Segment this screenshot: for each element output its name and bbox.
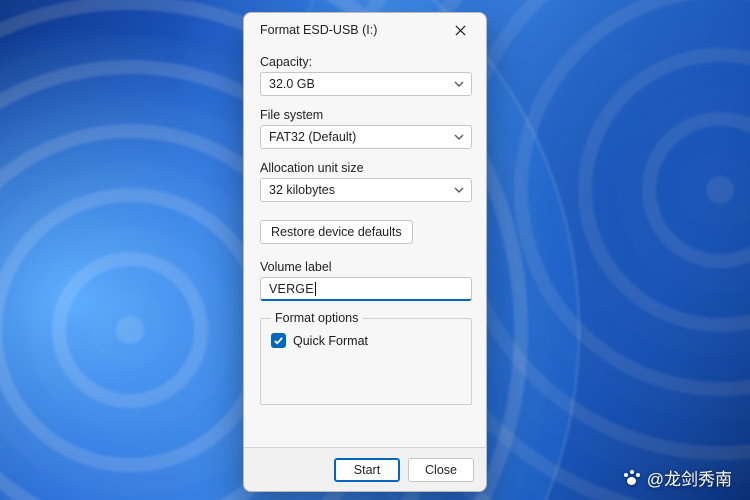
dialog-title: Format ESD-USB (I:) bbox=[260, 23, 442, 37]
filesystem-select[interactable]: FAT32 (Default) bbox=[260, 125, 472, 149]
close-button[interactable] bbox=[442, 16, 478, 44]
capacity-value: 32.0 GB bbox=[269, 77, 447, 91]
watermark: @龙剑秀南 bbox=[623, 465, 732, 490]
capacity-select[interactable]: 32.0 GB bbox=[260, 72, 472, 96]
format-options-group: Format options Quick Format bbox=[260, 311, 472, 405]
chevron-down-icon bbox=[454, 132, 464, 142]
quick-format-label: Quick Format bbox=[293, 334, 368, 348]
volume-label-input[interactable]: VERGE bbox=[260, 277, 472, 301]
allocation-value: 32 kilobytes bbox=[269, 183, 447, 197]
allocation-label: Allocation unit size bbox=[260, 161, 472, 175]
format-options-legend: Format options bbox=[271, 311, 362, 325]
allocation-select[interactable]: 32 kilobytes bbox=[260, 178, 472, 202]
restore-defaults-button[interactable]: Restore device defaults bbox=[260, 220, 413, 244]
titlebar: Format ESD-USB (I:) bbox=[244, 13, 486, 47]
close-icon bbox=[455, 25, 466, 36]
volume-label-value: VERGE bbox=[269, 282, 314, 296]
dialog-body: Capacity: 32.0 GB File system FAT32 (Def… bbox=[244, 47, 486, 447]
filesystem-value: FAT32 (Default) bbox=[269, 130, 447, 144]
close-footer-button[interactable]: Close bbox=[408, 458, 474, 482]
start-button[interactable]: Start bbox=[334, 458, 400, 482]
watermark-text: @龙剑秀南 bbox=[647, 465, 732, 490]
chevron-down-icon bbox=[454, 185, 464, 195]
quick-format-row[interactable]: Quick Format bbox=[271, 333, 461, 348]
check-icon bbox=[273, 335, 284, 346]
text-caret bbox=[315, 282, 316, 296]
volume-label-caption: Volume label bbox=[260, 260, 472, 274]
format-dialog: Format ESD-USB (I:) Capacity: 32.0 GB Fi… bbox=[243, 12, 487, 492]
capacity-label: Capacity: bbox=[260, 55, 472, 69]
paw-icon bbox=[623, 469, 641, 487]
quick-format-checkbox[interactable] bbox=[271, 333, 286, 348]
chevron-down-icon bbox=[454, 79, 464, 89]
dialog-footer: Start Close bbox=[244, 447, 486, 491]
filesystem-label: File system bbox=[260, 108, 472, 122]
